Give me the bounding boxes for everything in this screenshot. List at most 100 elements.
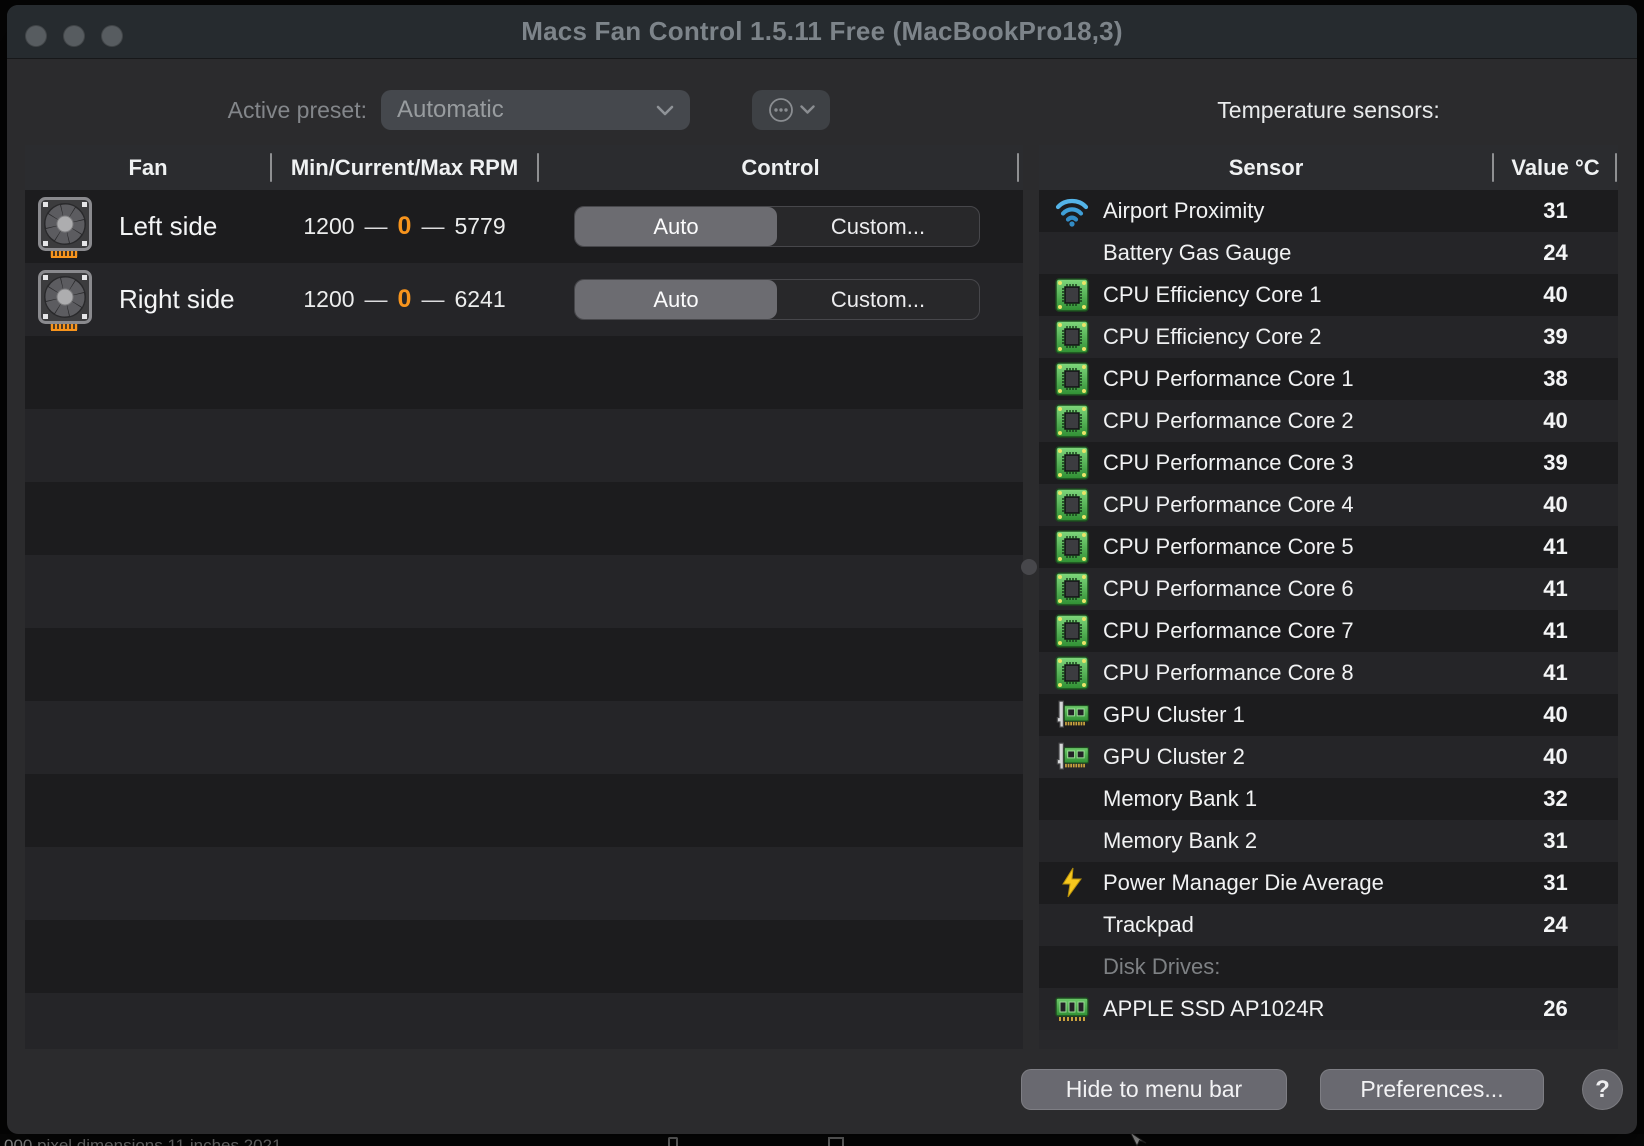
sensor-value: 40 <box>1543 744 1568 769</box>
sensor-row[interactable]: CPU Performance Core 3 39 <box>1039 442 1618 484</box>
sensor-name: CPU Performance Core 1 <box>1103 366 1354 391</box>
preset-actions-button[interactable] <box>752 90 830 130</box>
help-button[interactable]: ? <box>1582 1069 1623 1110</box>
mouse-cursor <box>1129 1132 1147 1146</box>
sensor-name: Trackpad <box>1103 912 1194 937</box>
sensor-row[interactable]: CPU Performance Core 5 41 <box>1039 526 1618 568</box>
empty-table-row <box>25 993 1023 1049</box>
sensor-row[interactable]: Airport Proximity 31 <box>1039 190 1618 232</box>
sensor-value: 39 <box>1543 324 1568 349</box>
sensor-table-header: Sensor Value °C <box>1039 145 1618 190</box>
fan-row[interactable]: Left side 1200—0—5779 Auto Custom... <box>25 190 1023 263</box>
sensor-row[interactable]: CPU Performance Core 7 41 <box>1039 610 1618 652</box>
column-divider <box>1615 153 1617 182</box>
value-column-header[interactable]: Value °C <box>1493 155 1618 181</box>
pane-splitter-handle[interactable] <box>1021 559 1037 575</box>
fan-row[interactable]: Right side 1200—0—6241 Auto Custom... <box>25 263 1023 336</box>
zoom-button[interactable] <box>101 25 123 47</box>
sensor-value: 26 <box>1543 996 1568 1021</box>
empty-table-row <box>25 555 1023 628</box>
cpu-icon <box>1053 361 1091 397</box>
sensor-section-row[interactable]: Disk Drives: <box>1039 946 1618 988</box>
sensor-name: CPU Performance Core 2 <box>1103 408 1354 433</box>
column-divider <box>1017 153 1019 182</box>
sensor-name: GPU Cluster 1 <box>1103 702 1245 727</box>
active-preset-value: Automatic <box>397 96 504 123</box>
sensor-column-header[interactable]: Sensor <box>1039 155 1493 181</box>
cpu-icon <box>1053 655 1091 691</box>
sensor-row[interactable]: Memory Bank 2 31 <box>1039 820 1618 862</box>
rpm-column-header[interactable]: Min/Current/Max RPM <box>271 155 538 181</box>
empty-table-row <box>25 482 1023 555</box>
cpu-icon <box>1053 613 1091 649</box>
auto-control-button[interactable]: Auto <box>575 280 777 319</box>
sensor-value: 31 <box>1543 198 1568 223</box>
ssd-icon <box>1053 991 1091 1027</box>
fan-rpm-values: 1200—0—5779 <box>303 212 506 240</box>
fan-column-header[interactable]: Fan <box>25 155 271 181</box>
cpu-icon <box>1053 571 1091 607</box>
titlebar[interactable]: Macs Fan Control 1.5.11 Free (MacBookPro… <box>7 5 1637 59</box>
sensor-row[interactable]: Battery Gas Gauge 24 <box>1039 232 1618 274</box>
sensor-name: Memory Bank 1 <box>1103 786 1258 811</box>
hide-to-menu-bar-button[interactable]: Hide to menu bar <box>1021 1069 1287 1110</box>
fan-name: Right side <box>119 284 235 314</box>
sensor-row[interactable]: GPU Cluster 1 40 <box>1039 694 1618 736</box>
sensor-name: CPU Performance Core 5 <box>1103 534 1354 559</box>
cpu-icon <box>1053 529 1091 565</box>
sensor-name: CPU Performance Core 4 <box>1103 492 1354 517</box>
fan-control-segmented: Auto Custom... <box>574 206 980 247</box>
sensor-value: 31 <box>1543 870 1568 895</box>
sensor-row[interactable]: CPU Performance Core 8 41 <box>1039 652 1618 694</box>
chevron-down-icon <box>656 105 674 115</box>
sensor-row[interactable]: APPLE SSD AP1024R 26 <box>1039 988 1618 1030</box>
sensor-value: 32 <box>1543 786 1568 811</box>
sensor-table-footer <box>1039 1030 1618 1049</box>
sensor-row[interactable]: CPU Performance Core 1 38 <box>1039 358 1618 400</box>
sensor-value: 41 <box>1543 534 1568 559</box>
chevron-down-icon <box>799 105 815 114</box>
sensor-row[interactable]: Trackpad 24 <box>1039 904 1618 946</box>
desktop-background-strip: 000 pixel dimensions 11 inches 2021 <box>0 1134 1644 1146</box>
sensor-value: 39 <box>1543 450 1568 475</box>
wifi-icon <box>1053 193 1091 229</box>
control-column-header[interactable]: Control <box>538 155 1023 181</box>
custom-control-button[interactable]: Custom... <box>777 207 979 246</box>
sensor-row[interactable]: CPU Performance Core 2 40 <box>1039 400 1618 442</box>
empty-table-row <box>25 336 1023 409</box>
ellipsis-circle-icon <box>768 98 793 122</box>
minimize-button[interactable] <box>63 25 85 47</box>
auto-control-button[interactable]: Auto <box>575 207 777 246</box>
sensor-value: 40 <box>1543 702 1568 727</box>
sensor-row[interactable]: CPU Performance Core 6 41 <box>1039 568 1618 610</box>
empty-table-row <box>25 774 1023 847</box>
fan-control-segmented: Auto Custom... <box>574 279 980 320</box>
fan-max-rpm: 6241 <box>454 286 506 312</box>
fan-table: Fan Min/Current/Max RPM Control Left sid… <box>25 145 1023 1049</box>
active-preset-select[interactable]: Automatic <box>381 90 690 130</box>
clipped-window-icon-fragment <box>828 1137 844 1146</box>
custom-control-button[interactable]: Custom... <box>777 280 979 319</box>
fan-rpm-values: 1200—0—6241 <box>303 285 506 313</box>
sensor-value: 31 <box>1543 828 1568 853</box>
temperature-sensors-label: Temperature sensors: <box>1217 97 1440 123</box>
sensor-name: CPU Performance Core 8 <box>1103 660 1354 685</box>
sensor-row[interactable]: Power Manager Die Average 31 <box>1039 862 1618 904</box>
sensor-row[interactable]: GPU Cluster 2 40 <box>1039 736 1618 778</box>
sensor-row[interactable]: Memory Bank 1 32 <box>1039 778 1618 820</box>
column-divider <box>537 153 539 182</box>
sensor-name: CPU Performance Core 6 <box>1103 576 1354 601</box>
cpu-icon <box>1053 403 1091 439</box>
fan-rows: Left side 1200—0—5779 Auto Custom... Right s… <box>25 190 1023 1049</box>
sensor-row[interactable]: CPU Efficiency Core 2 39 <box>1039 316 1618 358</box>
close-button[interactable] <box>25 25 47 47</box>
sensor-value: 40 <box>1543 282 1568 307</box>
sensor-name: Disk Drives: <box>1103 954 1221 979</box>
cpu-icon <box>1053 445 1091 481</box>
sensor-row[interactable]: CPU Efficiency Core 1 40 <box>1039 274 1618 316</box>
preferences-button[interactable]: Preferences... <box>1320 1069 1544 1110</box>
gpu-icon <box>1053 739 1091 775</box>
column-divider <box>1492 153 1494 182</box>
sensor-row[interactable]: CPU Performance Core 4 40 <box>1039 484 1618 526</box>
empty-table-row <box>25 847 1023 920</box>
